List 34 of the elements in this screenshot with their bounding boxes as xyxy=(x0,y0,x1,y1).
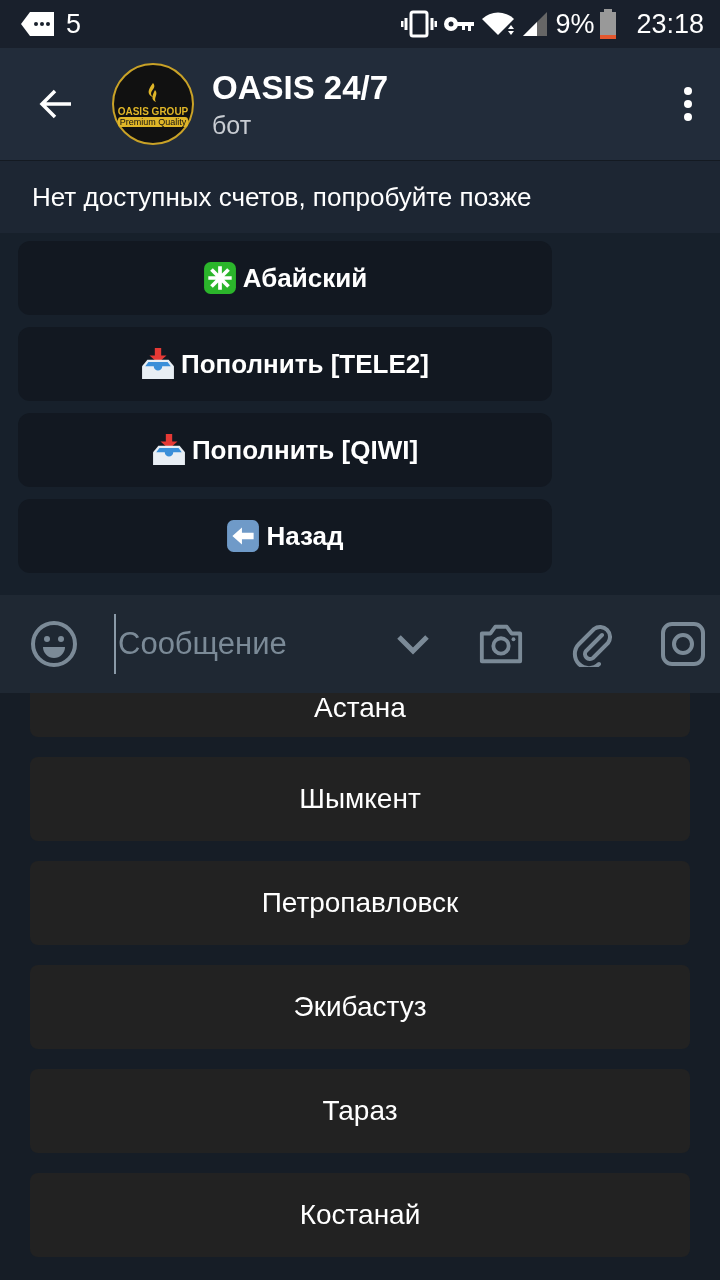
emoji-icon[interactable] xyxy=(30,620,78,668)
notice-bar: Нет доступных счетов, попробуйте позже xyxy=(0,160,720,233)
bot-avatar[interactable]: OASIS GROUP Premium Quality xyxy=(112,63,194,145)
inline-button[interactable]: Пополнить [QIWI] xyxy=(18,413,552,487)
more-options-icon[interactable] xyxy=(683,87,693,121)
chat-subtitle: бот xyxy=(212,110,253,140)
battery-icon xyxy=(600,9,617,39)
inline-button[interactable]: Абайский xyxy=(18,241,552,315)
back-arrow-icon[interactable] xyxy=(39,89,73,119)
keyboard-button[interactable]: Шымкент xyxy=(30,757,690,841)
keyboard-button[interactable]: Экибастуз xyxy=(30,965,690,1049)
battery-percent: 9% xyxy=(555,8,595,40)
chevron-down-icon[interactable] xyxy=(396,633,430,655)
keyboard-button[interactable]: Петропавловск xyxy=(30,861,690,945)
camera-icon[interactable] xyxy=(478,623,524,665)
keyboard-button[interactable]: Тараз xyxy=(30,1069,690,1153)
asterisk-icon xyxy=(202,261,237,295)
inbox-tray-icon xyxy=(151,433,186,467)
chat-title: OASIS 24/7 xyxy=(212,68,390,107)
inbox-tray-icon xyxy=(141,347,176,381)
notification-count: 5 xyxy=(66,8,82,40)
signal-icon xyxy=(521,10,550,38)
wifi-icon xyxy=(481,11,516,37)
avatar-tagline: Premium Quality xyxy=(117,116,189,127)
clock: 23:18 xyxy=(636,8,704,40)
key-icon xyxy=(443,15,476,33)
keyboard-button[interactable]: Костанай xyxy=(30,1173,690,1257)
inline-button[interactable]: Пополнить [TELE2] xyxy=(18,327,552,401)
keyboard-button[interactable]: Астана xyxy=(30,693,690,737)
inline-button[interactable]: Назад xyxy=(18,499,552,573)
avatar-logo-text: OASIS GROUP xyxy=(117,105,189,117)
video-message-icon[interactable] xyxy=(660,621,706,667)
vibrate-icon xyxy=(401,10,438,38)
message-notification-icon xyxy=(20,11,56,37)
